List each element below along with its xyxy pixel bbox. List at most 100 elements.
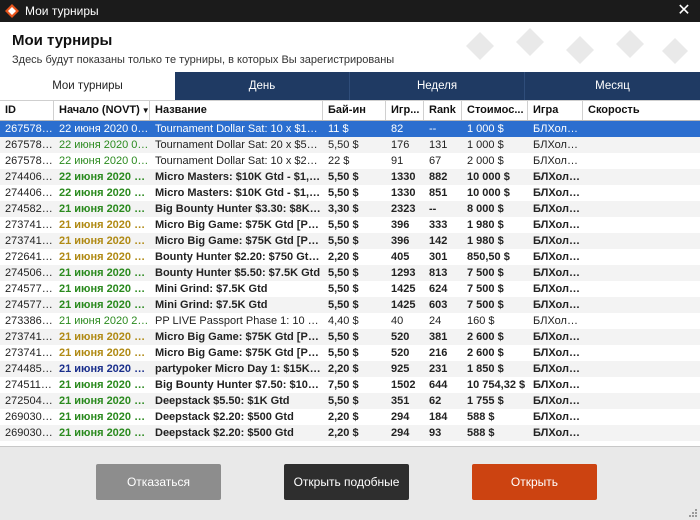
table-row[interactable]: 2737413... 21 июня 2020 21... Micro Big Ga…: [0, 345, 700, 361]
cell-start: 21 июня 2020 19...: [59, 395, 150, 407]
table-row[interactable]: 2745828... 21 июня 2020 23... Big Bounty H…: [0, 201, 700, 217]
cell-speed: [583, 153, 700, 169]
cell-game: БЛХолдем: [533, 395, 583, 407]
cell-start: 21 июня 2020 22...: [59, 267, 150, 279]
cell-rank: 381: [429, 331, 448, 343]
cell-name: Micro Masters: $10K Gtd - $1,050...: [155, 171, 323, 183]
cell-start: 21 июня 2020 21...: [59, 315, 150, 327]
cell-buyin: 5,50 $: [328, 235, 359, 247]
cell-entrants: 405: [391, 251, 410, 263]
cell-start: 22 июня 2020 01...: [59, 123, 150, 135]
cell-rank: 624: [429, 283, 448, 295]
cell-entrants: 40: [391, 315, 404, 327]
column-header-id[interactable]: ID: [0, 101, 54, 120]
cell-buyin: 5,50 $: [328, 283, 359, 295]
table-row[interactable]: 2690305... 21 июня 2020 18... Deepstack $2…: [0, 425, 700, 441]
cell-cost: 1 850 $: [467, 363, 504, 375]
table-row[interactable]: 2744855... 21 июня 2020 21... partypoker M…: [0, 361, 700, 377]
table-row[interactable]: 2744063... 22 июня 2020 00... Micro Master…: [0, 169, 700, 185]
cell-id: 2690305...: [5, 411, 54, 423]
column-header-buyin[interactable]: Бай-ин: [323, 101, 386, 120]
cell-entrants: 91: [391, 155, 404, 167]
cell-rank: 142: [429, 235, 448, 247]
cell-buyin: 4,40 $: [328, 315, 359, 327]
open-button[interactable]: Открыть: [472, 464, 597, 500]
cell-speed: [583, 345, 700, 361]
tab-month[interactable]: Месяц: [525, 72, 700, 100]
cell-start: 21 июня 2020 23...: [59, 219, 150, 231]
cell-cost: 10 754,32 $: [467, 379, 526, 391]
table-row[interactable]: 2675785... 22 июня 2020 00... Tournament D…: [0, 137, 700, 153]
table-row[interactable]: 2745118... 21 июня 2020 20... Big Bounty H…: [0, 377, 700, 393]
table-row[interactable]: 2745771... 21 июня 2020 22... Mini Grind: …: [0, 281, 700, 297]
cell-buyin: 5,50 $: [328, 347, 359, 359]
column-header-speed[interactable]: Скорость: [583, 101, 700, 120]
open-similar-button[interactable]: Открыть подобные: [284, 464, 409, 500]
column-header-rank[interactable]: Rank: [424, 101, 462, 120]
resize-grip-icon[interactable]: [688, 508, 698, 518]
table-row[interactable]: 2737413... 21 июня 2020 21... Micro Big Ga…: [0, 329, 700, 345]
cell-game: БЛХолдем: [533, 155, 583, 167]
column-header-game[interactable]: Игра: [528, 101, 583, 120]
cell-game: БЛХолдем: [533, 139, 583, 151]
table-row[interactable]: 2737419... 21 июня 2020 23... Micro Big Ga…: [0, 233, 700, 249]
cell-cost: 7 500 $: [467, 267, 504, 279]
cell-game: БЛХолдем: [533, 123, 583, 135]
table-row[interactable]: 2744063... 22 июня 2020 00... Micro Master…: [0, 185, 700, 201]
cell-id: 2745828...: [5, 203, 54, 215]
cell-game: БЛХолдем: [533, 315, 583, 327]
cell-speed: [583, 137, 700, 153]
column-header-label: Игр...: [391, 104, 420, 116]
cell-id: 2745771...: [5, 283, 54, 295]
cell-id: 2737413...: [5, 331, 54, 343]
cell-cost: 850,50 $: [467, 251, 510, 263]
cell-buyin: 5,50 $: [328, 267, 359, 279]
cell-rank: 301: [429, 251, 448, 263]
cell-cost: 1 755 $: [467, 395, 504, 407]
table-row[interactable]: 2737419... 21 июня 2020 23... Micro Big Ga…: [0, 217, 700, 233]
close-icon[interactable]: ✕: [674, 1, 694, 21]
cell-buyin: 5,50 $: [328, 395, 359, 407]
cell-speed: [583, 425, 700, 441]
cell-id: 2745118...: [5, 379, 54, 391]
cell-entrants: 294: [391, 427, 410, 439]
cell-name: Bounty Hunter $5.50: $7.5K Gtd: [155, 267, 321, 279]
cell-id: 2725041...: [5, 395, 54, 407]
cell-name: Big Bounty Hunter $3.30: $8K Gtd ...: [155, 203, 323, 215]
table-row[interactable]: 2726419... 21 июня 2020 22... Bounty Hunte…: [0, 249, 700, 265]
cell-cost: 8 000 $: [467, 203, 504, 215]
column-header-cost[interactable]: Стоимос...: [462, 101, 528, 120]
table-row[interactable]: 2675785... 22 июня 2020 01... Tournament D…: [0, 121, 700, 137]
cell-game: БЛХолдем: [533, 283, 583, 295]
cell-id: 2744063...: [5, 187, 54, 199]
cell-game: БЛХолдем: [533, 235, 583, 247]
tab-week[interactable]: Неделя: [350, 72, 525, 100]
cell-entrants: 520: [391, 331, 410, 343]
column-header-start[interactable]: Начало (NOVT) ▼: [54, 101, 150, 120]
cell-entrants: 1425: [391, 283, 416, 295]
cell-name: Mini Grind: $7.5K Gtd: [155, 299, 268, 311]
table-row[interactable]: 2745061... 21 июня 2020 22... Bounty Hunte…: [0, 265, 700, 281]
cell-speed: [583, 313, 700, 329]
table-row[interactable]: 2733862... 21 июня 2020 21... PP LIVE Pass…: [0, 313, 700, 329]
tab-bar: Мои турниры День Неделя Месяц: [0, 72, 700, 100]
table-row[interactable]: 2745771... 21 июня 2020 22... Mini Grind: …: [0, 297, 700, 313]
cell-game: БЛХолдем: [533, 267, 583, 279]
cell-start: 21 июня 2020 18...: [59, 427, 150, 439]
cell-id: 2733862...: [5, 315, 54, 327]
cell-buyin: 5,50 $: [328, 139, 359, 151]
column-header-entrants[interactable]: Игр...: [386, 101, 424, 120]
table-row[interactable]: 2675787... 22 июня 2020 00... Tournament D…: [0, 153, 700, 169]
table-row[interactable]: 2725041... 21 июня 2020 19... Deepstack $5…: [0, 393, 700, 409]
decline-button[interactable]: Отказаться: [96, 464, 221, 500]
sort-desc-icon: ▼: [141, 106, 150, 115]
cell-start: 22 июня 2020 00...: [59, 171, 150, 183]
page-title: Мои турниры: [12, 32, 113, 49]
table-row[interactable]: 2690305... 21 июня 2020 18... Deepstack $2…: [0, 409, 700, 425]
tab-day[interactable]: День: [175, 72, 350, 100]
cell-name: Deepstack $2.20: $500 Gtd: [155, 411, 294, 423]
column-header-name[interactable]: Название: [150, 101, 323, 120]
cell-game: БЛХолдем: [533, 379, 583, 391]
tab-my-tournaments[interactable]: Мои турниры: [0, 72, 175, 100]
cell-start: 21 июня 2020 23...: [59, 235, 150, 247]
